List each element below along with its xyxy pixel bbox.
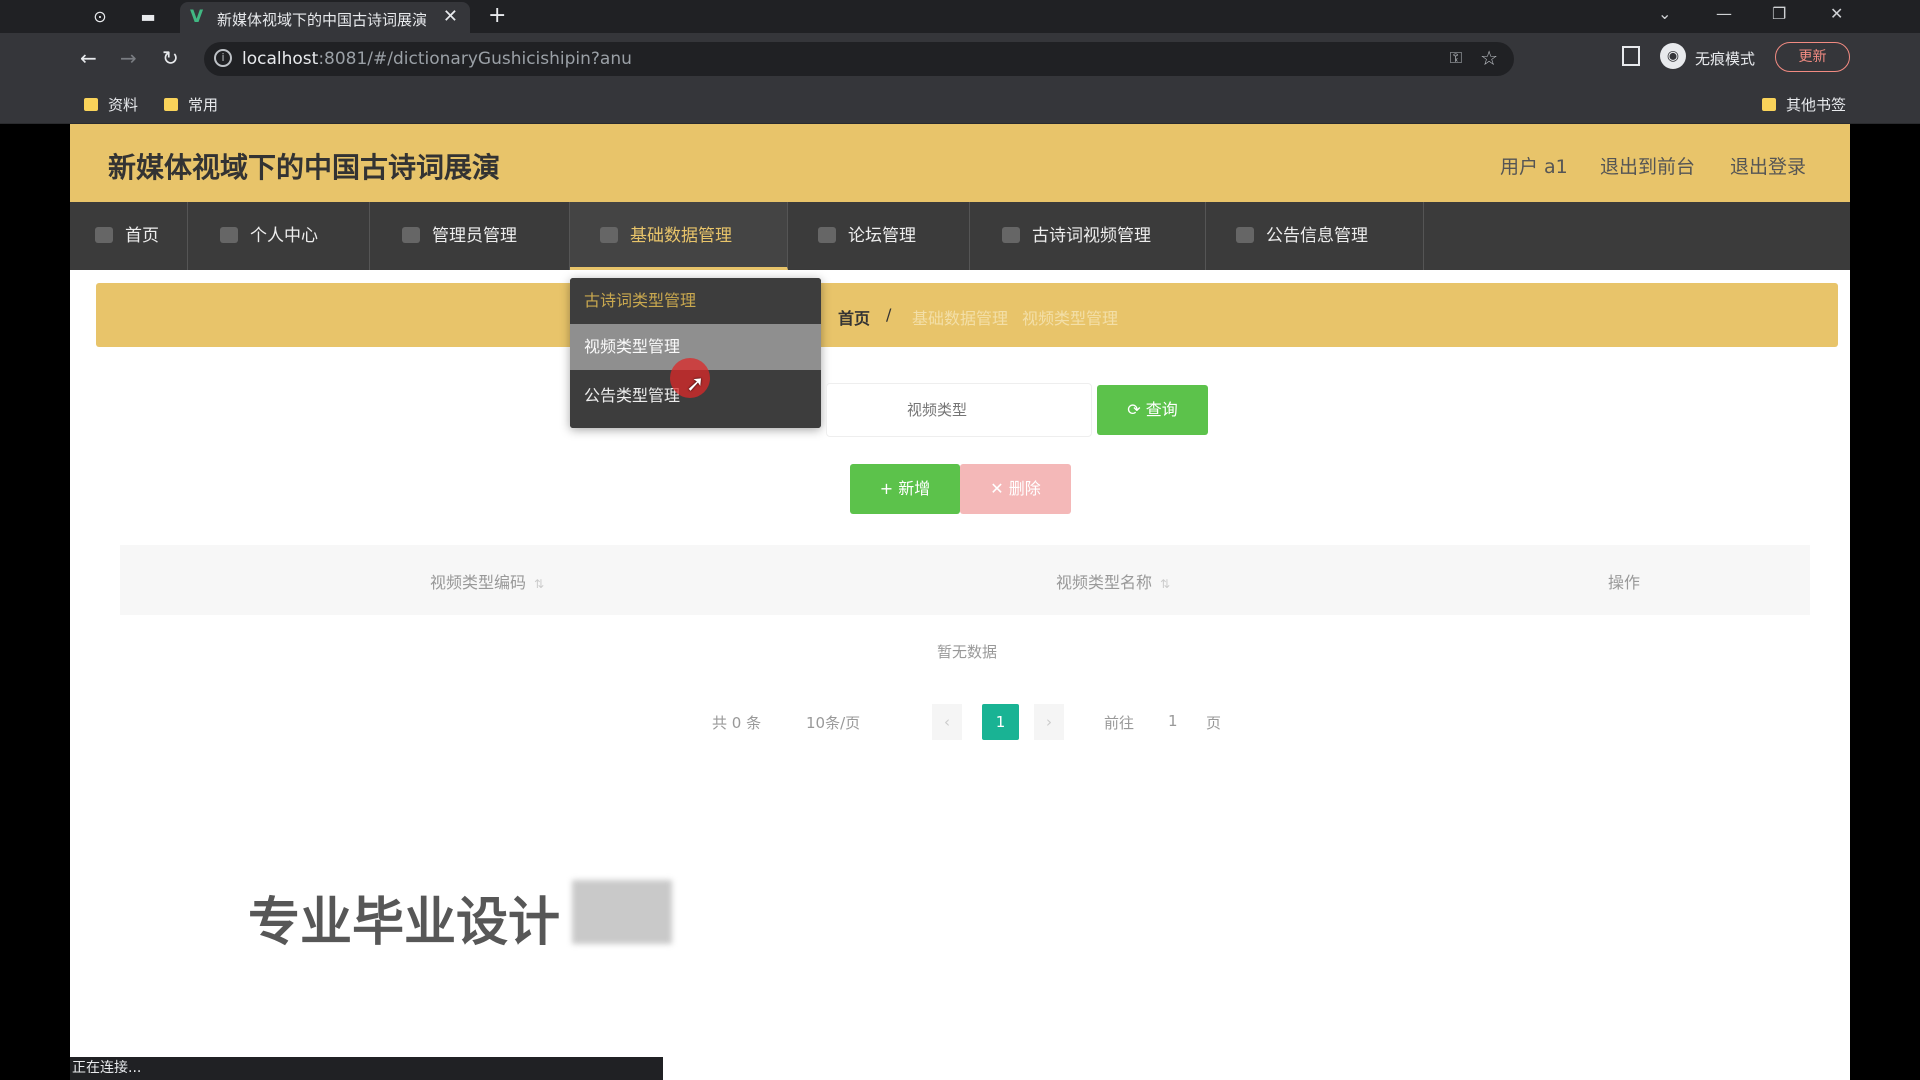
menu-item-admin[interactable]: 管理员管理: [370, 202, 570, 270]
breadcrumb-separator: /: [886, 305, 892, 324]
tab-search-icon[interactable]: ▬: [138, 7, 158, 27]
breadcrumb: 首页 / 基础数据管理 视频类型管理: [96, 283, 1838, 347]
vue-favicon-icon: V: [190, 7, 204, 27]
current-user-link[interactable]: 用户 a1: [1500, 152, 1568, 179]
submenu-item-poetry-type[interactable]: 古诗词类型管理: [570, 278, 821, 324]
delete-button[interactable]: ✕ 删除: [960, 464, 1071, 514]
restore-icon[interactable]: ❐: [1772, 4, 1786, 23]
bookmark-star-icon[interactable]: ☆: [1480, 46, 1498, 70]
address-bar[interactable]: i localhost:8081/#/dictionaryGushiciship…: [204, 42, 1514, 76]
pagination-goto-input[interactable]: 1: [1168, 712, 1178, 730]
next-page-icon[interactable]: ›: [1034, 704, 1064, 740]
update-button[interactable]: 更新: [1775, 42, 1850, 72]
add-button[interactable]: + 新增: [850, 464, 960, 514]
pagination-goto-label: 前往: [1104, 714, 1135, 732]
menu-item-home[interactable]: 首页: [70, 202, 188, 270]
video-type-search-field[interactable]: [827, 384, 1091, 436]
window-close-icon[interactable]: ✕: [1830, 4, 1843, 23]
screen: ⊙ ▬ V 新媒体视域下的中国古诗词展演 ✕ + ⌄ — ❐ ✕ ← → ↻ i…: [0, 0, 1920, 1080]
forum-icon: [818, 227, 836, 243]
notice-icon: [1236, 227, 1254, 243]
active-tab[interactable]: V 新媒体视域下的中国古诗词展演 ✕: [180, 2, 470, 33]
incognito-label[interactable]: 无痕模式: [1695, 48, 1755, 69]
bookmark-folder-other[interactable]: 其他书签: [1762, 94, 1846, 115]
menu-item-forum[interactable]: 论坛管理: [788, 202, 970, 270]
home-icon: [95, 227, 113, 243]
pagination-page-suffix: 页: [1206, 714, 1222, 732]
bookmark-folder-changyong[interactable]: 常用: [164, 94, 218, 115]
app-header: 新媒体视域下的中国古诗词展演 用户 a1 退出到前台 退出登录: [70, 124, 1850, 202]
folder-icon: [84, 98, 98, 111]
blurred-region: [572, 880, 672, 944]
minimize-icon[interactable]: —: [1716, 4, 1732, 23]
browser-status-bar: 正在连接...: [70, 1057, 663, 1080]
folder-icon: [164, 98, 178, 111]
user-icon: [220, 227, 238, 243]
sort-icon[interactable]: ⇅: [1160, 577, 1170, 591]
flag-icon: [402, 227, 420, 243]
column-header-video-type-name[interactable]: 视频类型名称 ⇅: [1056, 569, 1170, 593]
table-empty-text: 暂无数据: [936, 643, 997, 661]
watermark-text: 专业毕业设计: [248, 893, 561, 953]
pagination-page-size[interactable]: 10条/页: [806, 712, 860, 733]
breadcrumb-home[interactable]: 首页: [838, 305, 870, 329]
main-menu: 首页 个人中心 管理员管理 基础数据管理 论坛管理 古诗词视频管理 公告信息管理: [70, 202, 1850, 270]
mouse-pointer-icon: ➚: [686, 372, 705, 397]
video-icon: [1002, 227, 1020, 243]
app-title: 新媒体视域下的中国古诗词展演: [108, 151, 501, 184]
breadcrumb-level1: 基础数据管理: [912, 309, 1009, 328]
menu-item-poetry-video[interactable]: 古诗词视频管理: [970, 202, 1206, 270]
breadcrumb-level2: 视频类型管理: [1022, 309, 1119, 328]
menu-item-base-data[interactable]: 基础数据管理: [570, 202, 788, 270]
column-header-actions: 操作: [1608, 573, 1641, 592]
menu-item-profile[interactable]: 个人中心: [188, 202, 370, 270]
sort-icon[interactable]: ⇅: [534, 577, 544, 591]
base-data-submenu: 古诗词类型管理 视频类型管理 公告类型管理: [570, 278, 821, 428]
chrome-menu-icon[interactable]: ⊙: [90, 7, 110, 27]
incognito-icon[interactable]: ◉: [1660, 43, 1686, 69]
tab-title: 新媒体视域下的中国古诗词展演: [217, 11, 428, 29]
back-to-front-link[interactable]: 退出到前台: [1600, 152, 1695, 179]
logout-link[interactable]: 退出登录: [1730, 152, 1806, 179]
password-key-icon[interactable]: ⚿: [1450, 48, 1462, 68]
side-panel-icon[interactable]: [1622, 46, 1640, 66]
database-icon: [600, 227, 618, 243]
folder-icon: [1762, 98, 1776, 111]
video-type-search-input[interactable]: [826, 383, 1092, 437]
new-tab-button[interactable]: +: [488, 3, 506, 28]
page-number-current[interactable]: 1: [982, 704, 1019, 740]
url-text[interactable]: localhost:8081/#/dictionaryGushicishipin…: [242, 49, 632, 69]
browser-toolbar: ← → ↻ i localhost:8081/#/dictionaryGushi…: [0, 33, 1920, 86]
site-info-icon[interactable]: i: [214, 49, 232, 67]
pagination-total: 共 0 条: [712, 714, 762, 732]
tab-close-icon[interactable]: ✕: [443, 6, 458, 27]
table-header: 视频类型编码 ⇅ 视频类型名称 ⇅ 操作: [120, 545, 1810, 615]
prev-page-icon[interactable]: ‹: [932, 704, 962, 740]
query-button[interactable]: ⟳ 查询: [1097, 385, 1208, 435]
column-header-video-type-code[interactable]: 视频类型编码 ⇅: [430, 569, 544, 593]
bookmark-folder-ziliao[interactable]: 资料: [84, 94, 138, 115]
back-icon[interactable]: ←: [80, 46, 97, 70]
menu-item-notice[interactable]: 公告信息管理: [1206, 202, 1424, 270]
forward-icon[interactable]: →: [120, 46, 137, 70]
bookmarks-bar: 资料 常用 其他书签: [0, 86, 1920, 124]
tab-strip: ⊙ ▬ V 新媒体视域下的中国古诗词展演 ✕ + ⌄ — ❐ ✕: [0, 0, 1920, 33]
reload-icon[interactable]: ↻: [162, 46, 179, 70]
tab-list-chevron-icon[interactable]: ⌄: [1658, 4, 1671, 23]
